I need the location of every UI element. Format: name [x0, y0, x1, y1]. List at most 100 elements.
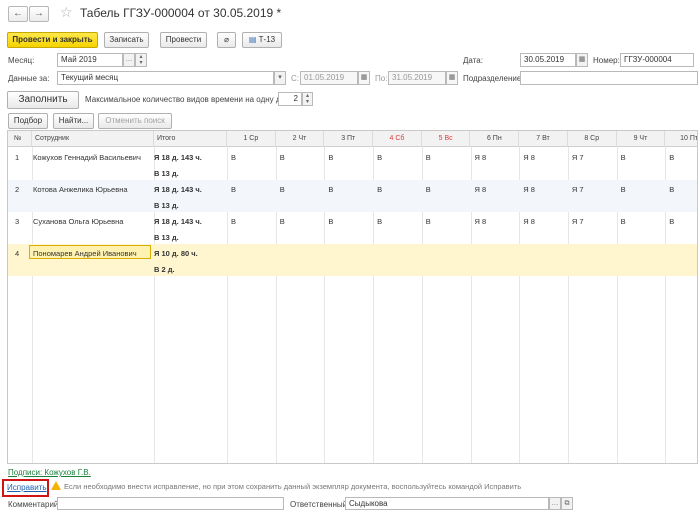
- col-day: 4 Сб: [373, 131, 422, 147]
- day-value: Я 7: [571, 217, 584, 226]
- col-day: 5 Вс: [422, 131, 471, 147]
- day-value: В: [231, 217, 237, 226]
- cancel-search-button: Отменить поиск: [98, 113, 172, 129]
- warning-icon: [51, 481, 61, 490]
- favorite-star-icon[interactable]: ☆: [60, 4, 73, 21]
- to-date-field: 31.05.2019: [388, 71, 446, 85]
- timesheet-table[interactable]: № Сотрудник Итого 1 Ср 2 Чт 3 Пт 4 Сб 5 Вс 6 …: [7, 130, 698, 464]
- total-worked: Я 18 д. 143 ч.: [154, 217, 202, 226]
- table-header: № Сотрудник Итого 1 Ср 2 Чт 3 Пт 4 Сб 5 Вс 6 …: [8, 131, 697, 147]
- date-label: Дата:: [463, 56, 483, 65]
- col-employee: Сотрудник: [32, 131, 154, 147]
- day-value: Я 7: [571, 185, 584, 194]
- department-label: Подразделение:: [463, 74, 524, 83]
- day-value: В: [377, 185, 383, 194]
- data-for-select[interactable]: Текущий месяц: [57, 71, 274, 85]
- number-label: Номер:: [593, 56, 620, 65]
- print-t13-button[interactable]: ▤ Т-13: [242, 32, 282, 48]
- col-day: 10 Пт: [665, 131, 697, 147]
- employee-name: Кожухов Геннадий Васильевич: [33, 153, 141, 162]
- day-value: В: [620, 185, 626, 194]
- col-day: 8 Ср: [568, 131, 617, 147]
- day-value: Я 7: [571, 153, 584, 162]
- print-label: Т-13: [258, 35, 276, 44]
- col-day: 3 Пт: [324, 131, 374, 147]
- table-row[interactable]: 1 Кожухов Геннадий Васильевич Я 18 д. 143 …: [8, 148, 697, 180]
- post-and-close-button[interactable]: Провести и закрыть: [7, 32, 98, 48]
- day-value: В: [279, 185, 285, 194]
- max-types-field[interactable]: 2: [278, 92, 302, 106]
- day-value: Я 8: [523, 153, 535, 162]
- signatures-link[interactable]: Подписи: Кожухов Г.В.: [8, 468, 91, 477]
- calendar-icon[interactable]: ▦: [576, 53, 588, 67]
- month-select-button[interactable]: …: [123, 53, 135, 67]
- employee-name: Котова Анжелика Юрьевна: [33, 185, 128, 194]
- day-value: В: [669, 217, 675, 226]
- table-row[interactable]: 2 Котова Анжелика Юрьевна Я 18 д. 143 ч. В …: [8, 180, 697, 212]
- from-calendar-icon: ▦: [358, 71, 370, 85]
- day-value: В: [231, 185, 237, 194]
- comment-field[interactable]: [57, 497, 284, 510]
- day-value: В: [425, 217, 431, 226]
- total-off: В 13 д.: [154, 169, 179, 178]
- responsible-label: Ответственный:: [290, 500, 350, 509]
- total-worked: Я 18 д. 143 ч.: [154, 153, 202, 162]
- table-row[interactable]: 3 Суханова Ольга Юрьевна Я 18 д. 143 ч. В 1…: [8, 212, 697, 244]
- day-value: В: [669, 153, 675, 162]
- responsible-select-button[interactable]: …: [549, 497, 561, 510]
- employee-name: Суханова Ольга Юрьевна: [33, 217, 124, 226]
- month-field[interactable]: Май 2019: [57, 53, 123, 67]
- data-for-label: Данные за:: [8, 74, 50, 83]
- to-calendar-icon: ▦: [446, 71, 458, 85]
- day-value: В: [231, 153, 237, 162]
- max-types-stepper[interactable]: ▴ ▾: [302, 92, 313, 106]
- forward-button[interactable]: →: [29, 6, 49, 22]
- col-day: 6 Пн: [471, 131, 520, 147]
- post-button[interactable]: Провести: [160, 32, 207, 48]
- chevron-down-icon[interactable]: ▾: [274, 71, 286, 85]
- find-button[interactable]: Найти...: [53, 113, 94, 129]
- day-value: В: [279, 217, 285, 226]
- fill-button[interactable]: Заполнить: [7, 91, 79, 109]
- day-value: Я 8: [523, 217, 535, 226]
- save-button[interactable]: Записать: [104, 32, 149, 48]
- total-off: В 2 д.: [154, 265, 175, 274]
- day-value: В: [328, 185, 334, 194]
- date-field[interactable]: 30.05.2019: [520, 53, 576, 67]
- day-value: В: [620, 153, 626, 162]
- table-row[interactable]: 4 Пономарев Андрей Иванович Я 10 д. 80 ч. В…: [8, 244, 697, 276]
- col-day: 7 Вт: [519, 131, 568, 147]
- day-value: Я 8: [474, 153, 487, 162]
- warning-text: Если необходимо внести исправление, но п…: [64, 482, 522, 491]
- attach-button[interactable]: ⌀: [217, 32, 236, 48]
- day-value: В: [328, 217, 334, 226]
- month-label: Месяц:: [8, 56, 35, 65]
- printer-icon: ▤: [248, 35, 257, 44]
- back-button[interactable]: ←: [8, 6, 28, 22]
- responsible-field[interactable]: Сыдыкова: [345, 497, 549, 510]
- col-total: Итого: [154, 131, 227, 147]
- total-worked: Я 10 д. 80 ч.: [154, 249, 198, 258]
- day-value: Я 8: [474, 185, 487, 194]
- month-stepper[interactable]: ▴ ▾: [135, 53, 147, 67]
- department-field[interactable]: [520, 71, 698, 85]
- max-types-label: Максимальное количество видов времени на…: [85, 95, 295, 104]
- from-label: С:: [291, 74, 299, 83]
- row-number: 4: [15, 249, 20, 258]
- day-value: Я 8: [474, 217, 487, 226]
- row-number: 3: [15, 217, 20, 226]
- pick-button[interactable]: Подбор: [8, 113, 48, 129]
- day-value: В: [377, 217, 383, 226]
- day-value: В: [620, 217, 626, 226]
- number-field[interactable]: ГГЗУ-000004: [620, 53, 694, 67]
- responsible-open-button[interactable]: ⧉: [561, 497, 573, 510]
- day-value: В: [669, 185, 675, 194]
- day-value: В: [279, 153, 285, 162]
- fix-link[interactable]: Исправить: [7, 483, 47, 492]
- col-day: 1 Ср: [227, 131, 276, 147]
- day-value: В: [425, 153, 431, 162]
- employee-name: Пономарев Андрей Иванович: [33, 249, 137, 258]
- to-label: По:: [375, 74, 388, 83]
- col-day: 9 Чт: [617, 131, 666, 147]
- page-title: Табель ГГЗУ-000004 от 30.05.2019 *: [80, 6, 282, 20]
